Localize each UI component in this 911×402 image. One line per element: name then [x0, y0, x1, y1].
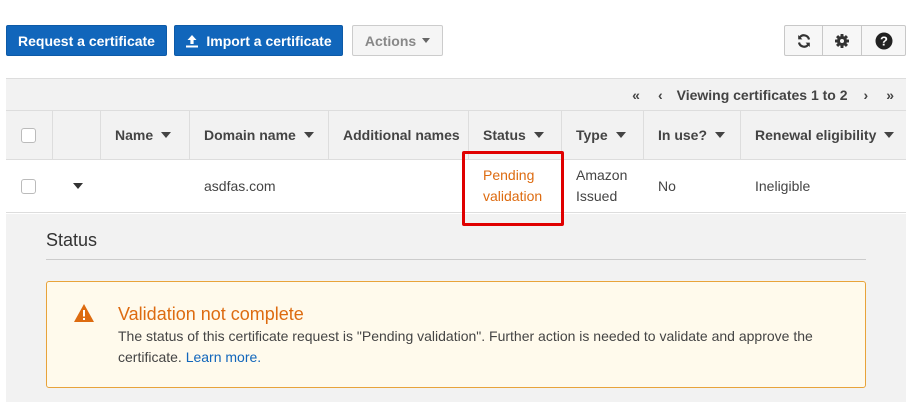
- last-page-button[interactable]: »: [886, 87, 894, 103]
- select-all-checkbox[interactable]: [21, 127, 36, 143]
- upload-icon: [185, 34, 199, 48]
- select-all-cell: [6, 111, 53, 159]
- row-renewal: Ineligible: [755, 178, 811, 194]
- svg-text:?: ?: [880, 33, 888, 48]
- request-certificate-button[interactable]: Request a certificate: [6, 25, 167, 56]
- column-header-label: In use?: [658, 127, 708, 143]
- column-header-label: Renewal eligibility: [755, 127, 877, 143]
- sort-caret-icon: [615, 132, 626, 138]
- first-page-button[interactable]: «: [632, 87, 640, 103]
- next-page-button[interactable]: ›: [864, 87, 869, 103]
- row-expand-cell: [53, 160, 101, 212]
- column-header-label: Domain name: [204, 127, 296, 143]
- column-header-in-use[interactable]: In use?: [644, 111, 741, 159]
- alert-title: Validation not complete: [118, 304, 304, 324]
- expand-column-header: [53, 111, 101, 159]
- chevron-down-icon: [422, 38, 431, 43]
- sort-caret-icon: [533, 132, 544, 138]
- actions-label: Actions: [364, 32, 417, 49]
- divider: [46, 259, 866, 260]
- warning-icon: [73, 303, 95, 328]
- refresh-button[interactable]: [784, 25, 823, 56]
- row-select-cell: [6, 160, 53, 212]
- column-header-renewal[interactable]: Renewal eligibility: [741, 111, 906, 159]
- import-certificate-button[interactable]: Import a certificate: [174, 25, 343, 56]
- expand-caret-icon[interactable]: [73, 183, 83, 189]
- details-section-title: Status: [46, 230, 98, 250]
- sort-caret-icon: [884, 132, 895, 138]
- row-additional-names: [329, 160, 469, 212]
- row-name: [101, 160, 190, 212]
- help-icon: ?: [875, 32, 893, 50]
- table-row[interactable]: asdfas.com Pending validation Amazon Iss…: [6, 160, 906, 213]
- help-button[interactable]: ?: [862, 25, 906, 56]
- row-type: Amazon Issued: [562, 160, 644, 212]
- column-header-name[interactable]: Name: [101, 111, 190, 159]
- type-line-2: Issued: [576, 188, 618, 204]
- import-certificate-label: Import a certificate: [206, 32, 332, 49]
- type-line-1: Amazon: [576, 167, 628, 183]
- column-header-label: Status: [483, 127, 526, 143]
- column-header-domain[interactable]: Domain name: [190, 111, 329, 159]
- column-header-label: Type: [576, 127, 608, 143]
- refresh-icon: [796, 33, 812, 49]
- certificate-details-panel: Status Validation not complete The statu…: [6, 214, 906, 402]
- row-in-use: No: [658, 178, 676, 194]
- column-header-type[interactable]: Type: [562, 111, 644, 159]
- column-header-additional-names: Additional names: [329, 111, 469, 159]
- alert-body: The status of this certificate request i…: [118, 326, 848, 368]
- certificates-table: « ‹ Viewing certificates 1 to 2 › » Name…: [6, 78, 906, 213]
- sort-caret-icon: [303, 132, 314, 138]
- request-certificate-label: Request a certificate: [18, 32, 155, 49]
- learn-more-link[interactable]: Learn more.: [186, 349, 261, 365]
- pagination-text: Viewing certificates 1 to 2: [676, 86, 848, 103]
- sort-caret-icon: [161, 132, 172, 138]
- gear-icon: [834, 33, 850, 49]
- column-header-label: Additional names: [343, 127, 460, 143]
- validation-warning-alert: Validation not complete The status of th…: [46, 281, 866, 388]
- settings-button[interactable]: [823, 25, 862, 56]
- sort-caret-icon: [715, 132, 726, 138]
- pagination-bar: « ‹ Viewing certificates 1 to 2 › »: [6, 78, 906, 110]
- actions-dropdown[interactable]: Actions: [352, 25, 443, 56]
- row-checkbox[interactable]: [21, 178, 36, 194]
- status-highlight-box: [462, 151, 564, 226]
- table-header: Name Domain name Additional names Status…: [6, 110, 906, 160]
- row-domain: asdfas.com: [204, 178, 276, 194]
- previous-page-button[interactable]: ‹: [658, 87, 663, 103]
- column-header-label: Name: [115, 127, 154, 143]
